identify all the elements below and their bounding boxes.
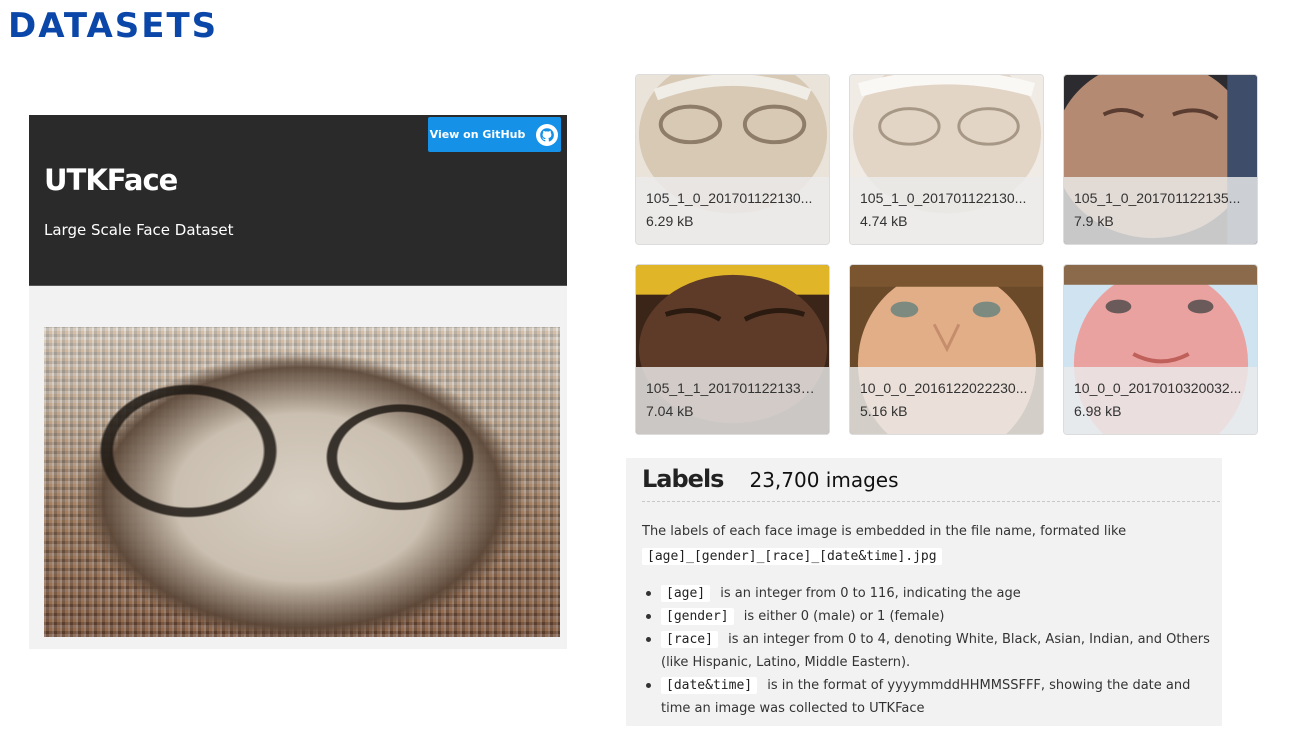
utkface-page-panel: View on GitHub UTKFace Large Scale Face … [29,115,567,649]
sample-filename: 105_1_0_201701122130... [860,190,1027,206]
field-description: is either 0 (male) or 1 (female) [743,609,945,624]
sample-info: 10_0_0_2016122022230... 5.16 kB [850,367,1043,434]
sample-filesize: 7.04 kB [646,403,694,419]
field-code: [date&time] [661,677,758,694]
sample-info: 10_0_0_2017010320032... 6.98 kB [1064,367,1257,434]
labels-header: Labels 23,700 images [642,465,1220,502]
hero-header: View on GitHub UTKFace Large Scale Face … [29,115,567,286]
sample-card[interactable]: 105_1_0_201701122130... 6.29 kB [635,74,830,245]
list-item: [gender] is either 0 (male) or 1 (female… [642,605,1212,628]
sample-filename: 105_1_0_201701122130... [646,190,813,206]
field-code: [age] [661,585,711,602]
list-item: [age] is an integer from 0 to 116, indic… [642,582,1212,605]
sample-info: 105_1_0_201701122130... 4.74 kB [850,177,1043,244]
sample-info: 105_1_1_2017011221330... 7.04 kB [636,367,829,434]
sample-filesize: 5.16 kB [860,403,908,419]
sample-card[interactable]: 105_1_1_2017011221330... 7.04 kB [635,264,830,435]
mosaic-shape [244,532,276,625]
field-description: is an integer from 0 to 4, denoting Whit… [661,632,1210,670]
sample-card[interactable]: 10_0_0_2017010320032... 6.98 kB [1063,264,1258,435]
sample-card[interactable]: 105_1_0_201701122135... 7.9 kB [1063,74,1258,245]
sample-filename: 10_0_0_2017010320032... [1074,380,1242,396]
sample-filesize: 6.98 kB [1074,403,1122,419]
image-count: 23,700 images [749,468,899,492]
slide-title: DATASETS [8,6,219,46]
hero-subtitle: Large Scale Face Dataset [44,221,234,239]
field-description: is an integer from 0 to 116, indicating … [720,586,1021,601]
github-icon [536,123,559,146]
filename-format-code: [age]_[gender]_[race]_[date&time].jpg [642,548,942,565]
sample-images-grid: 105_1_0_201701122130... 6.29 kB 105_1_0_… [625,63,1269,441]
sample-card[interactable]: 105_1_0_201701122130... 4.74 kB [849,74,1044,245]
labels-description-text: The labels of each face image is embedde… [642,524,1127,539]
sample-filename: 10_0_0_2016122022230... [860,380,1028,396]
sample-filesize: 7.9 kB [1074,213,1114,229]
sample-card[interactable]: 10_0_0_2016122022230... 5.16 kB [849,264,1044,435]
sample-filename: 105_1_1_2017011221330... [646,380,819,396]
labels-title: Labels [642,465,724,493]
field-code: [gender] [661,608,734,625]
sample-filesize: 4.74 kB [860,213,908,229]
view-on-github-button[interactable]: View on GitHub [428,117,561,152]
hero-title: UTKFace [44,163,178,197]
sample-filename: 105_1_0_201701122135... [1074,190,1241,206]
list-item: [date&time] is in the format of yyyymmdd… [642,674,1212,720]
list-item: [race] is an integer from 0 to 4, denoti… [642,628,1212,674]
sample-info: 105_1_0_201701122135... 7.9 kB [1064,177,1257,244]
labels-field-list: [age] is an integer from 0 to 116, indic… [642,582,1212,720]
face-mosaic-image [44,327,560,637]
sample-info: 105_1_0_201701122130... 6.29 kB [636,177,829,244]
github-button-label: View on GitHub [429,128,526,141]
field-code: [race] [661,631,718,648]
labels-panel: Labels 23,700 images The labels of each … [626,458,1222,726]
sample-filesize: 6.29 kB [646,213,694,229]
labels-description: The labels of each face image is embedde… [642,524,1212,565]
